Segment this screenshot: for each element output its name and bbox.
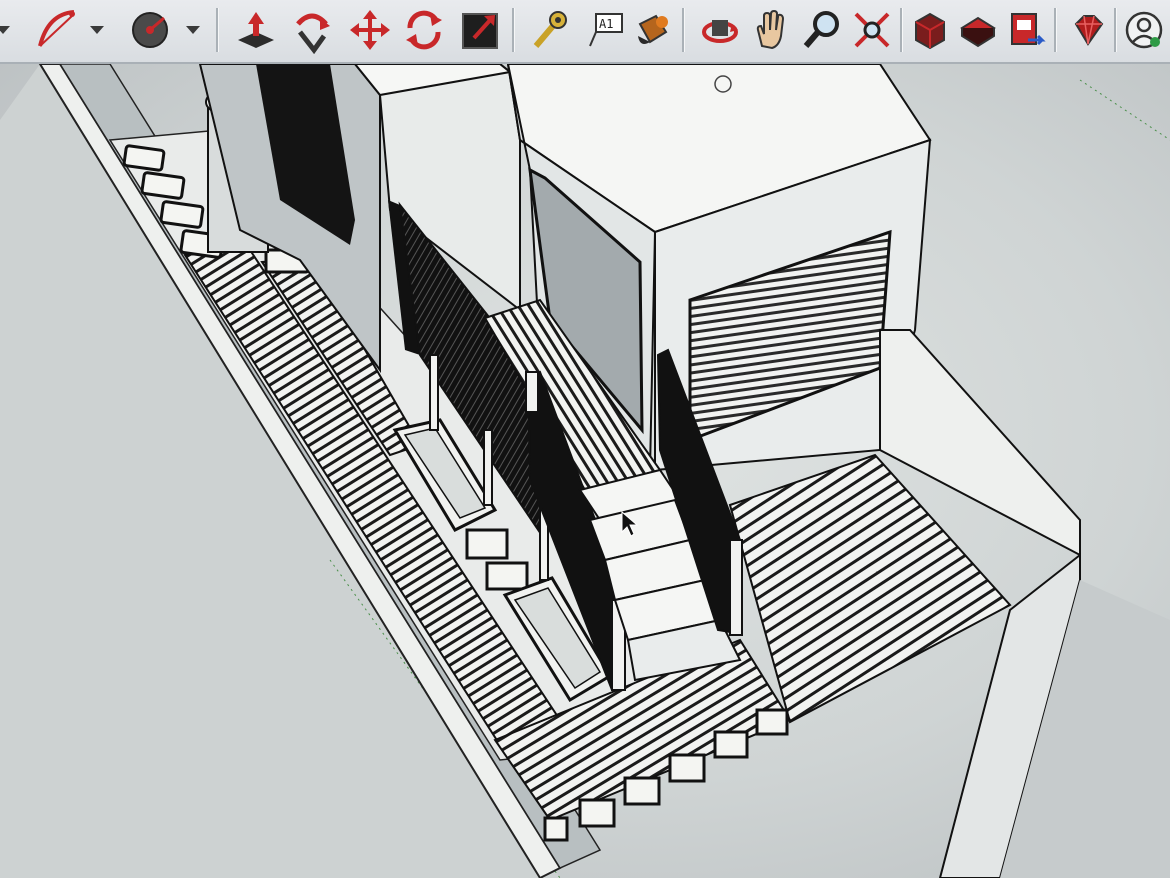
ruby-console-button[interactable] <box>1066 6 1110 54</box>
model-viewport[interactable] <box>0 64 1170 878</box>
toolbar-separator <box>1054 8 1057 52</box>
tape-measure-tool-button[interactable] <box>528 6 572 54</box>
screen-post <box>429 354 439 431</box>
balustrade-post <box>525 371 539 413</box>
move-tool-button[interactable] <box>348 6 392 54</box>
magnifier-icon <box>803 11 839 48</box>
text-label-icon: A1 <box>589 13 623 47</box>
arc-dropdown-caret[interactable] <box>88 14 106 44</box>
rotate-icon <box>406 10 442 50</box>
account-button[interactable] <box>1122 6 1166 54</box>
main-toolbar: A1 <box>0 0 1170 64</box>
push-pull-tool-button[interactable] <box>234 6 278 54</box>
user-account-icon <box>1125 11 1163 49</box>
3d-warehouse-button[interactable] <box>908 6 952 54</box>
stepping-stone <box>140 171 186 200</box>
stepping-stone <box>122 144 166 172</box>
zoom-extents-icon <box>854 12 890 48</box>
pie-tool-button[interactable] <box>128 6 172 54</box>
zoom-tool-button[interactable] <box>800 6 844 54</box>
layout-icon <box>1011 13 1046 46</box>
text-tool-glyph: A1 <box>599 17 613 31</box>
text-tool-button[interactable]: A1 <box>584 6 628 54</box>
send-to-layout-button[interactable] <box>1004 6 1048 54</box>
previous-dropdown-caret[interactable] <box>0 14 12 44</box>
ruby-icon <box>1074 15 1104 46</box>
stepping-stone <box>465 528 509 560</box>
sketchup-window: A1 <box>0 0 1170 878</box>
balustrade-post <box>729 539 743 636</box>
hand-icon <box>756 9 785 50</box>
zoom-extents-tool-button[interactable] <box>850 6 894 54</box>
warehouse-icon <box>915 12 945 50</box>
extension-warehouse-icon <box>960 16 996 48</box>
toolbar-separator <box>216 8 219 52</box>
paint-bucket-tool-button[interactable] <box>630 6 674 54</box>
model-scene[interactable] <box>0 64 1170 878</box>
stepping-stone <box>543 816 569 842</box>
arc-icon <box>38 10 75 47</box>
follow-me-icon <box>296 13 330 54</box>
stepping-stone <box>159 200 205 229</box>
rotate-tool-button[interactable] <box>402 6 446 54</box>
screen-post <box>483 429 493 506</box>
stepping-stone <box>623 776 661 806</box>
pie-icon <box>132 12 168 48</box>
toolbar-separator <box>512 8 515 52</box>
follow-me-tool-button[interactable] <box>290 6 334 54</box>
push-pull-icon <box>238 12 274 48</box>
extension-warehouse-button[interactable] <box>956 6 1000 54</box>
toolbar-separator <box>1114 8 1117 52</box>
orbit-icon <box>702 20 738 43</box>
stepping-stone <box>668 753 706 783</box>
orbit-tool-button[interactable] <box>698 6 742 54</box>
stepping-stone <box>485 561 529 591</box>
stepping-stone <box>713 730 749 759</box>
stepping-stone <box>578 798 616 828</box>
toolbar-separator <box>682 8 685 52</box>
move-icon <box>350 10 390 50</box>
tape-measure-icon <box>533 11 567 48</box>
scale-icon <box>462 13 498 49</box>
arc-tool-button[interactable] <box>34 6 78 54</box>
paint-bucket-icon <box>638 14 668 44</box>
scale-tool-button[interactable] <box>458 6 502 54</box>
stepping-stone <box>755 708 789 736</box>
toolbar-separator <box>900 8 903 52</box>
pan-tool-button[interactable] <box>748 6 792 54</box>
green-axis-line <box>1079 79 1170 141</box>
pie-dropdown-caret[interactable] <box>184 14 202 44</box>
